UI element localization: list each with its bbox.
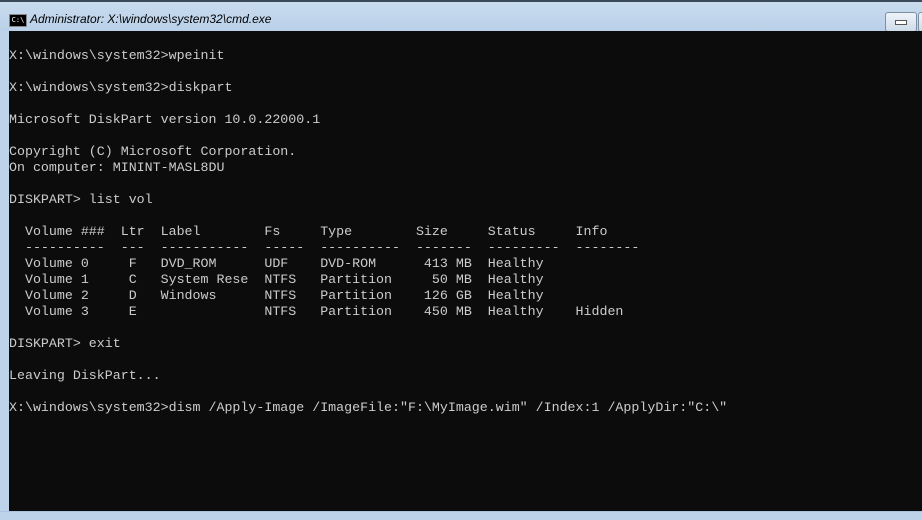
console-line: X:\windows\system32>wpeinit bbox=[9, 48, 225, 63]
title-bar[interactable]: C:\ Administrator: X:\windows\system32\c… bbox=[0, 2, 922, 32]
console-line: Volume 0 F DVD_ROM UDF DVD-ROM 413 MB He… bbox=[9, 256, 544, 271]
console-line: Volume ### Ltr Label Fs Type Size Status… bbox=[9, 224, 608, 239]
console-line: X:\windows\system32>diskpart bbox=[9, 80, 233, 95]
console-line: Microsoft DiskPart version 10.0.22000.1 bbox=[9, 112, 321, 127]
console-line: DISKPART> list vol bbox=[9, 192, 153, 207]
console-line: Volume 1 C System Rese NTFS Partition 50… bbox=[9, 272, 544, 287]
window-title: Administrator: X:\windows\system32\cmd.e… bbox=[30, 12, 272, 26]
console-line: Copyright (C) Microsoft Corporation. bbox=[9, 144, 297, 159]
console-line: ---------- --- ----------- ----- -------… bbox=[9, 240, 640, 255]
console-lines: X:\windows\system32>wpeinit X:\windows\sy… bbox=[9, 48, 727, 416]
maximize-button[interactable] bbox=[918, 12, 922, 32]
minimize-icon bbox=[895, 20, 907, 25]
console-line: Volume 3 E NTFS Partition 450 MB Healthy… bbox=[9, 304, 624, 319]
console-line: Leaving DiskPart... bbox=[9, 368, 161, 383]
console-output[interactable]: X:\windows\system32>wpeinit X:\windows\sy… bbox=[9, 31, 922, 511]
console-line: X:\windows\system32>dism /Apply-Image /I… bbox=[9, 400, 728, 415]
console-line: On computer: MININT-MASL8DU bbox=[9, 160, 225, 175]
console-line: Volume 2 D Windows NTFS Partition 126 GB… bbox=[9, 288, 544, 303]
minimize-button[interactable] bbox=[885, 12, 917, 32]
console-line: DISKPART> exit bbox=[9, 336, 121, 351]
cmd-icon: C:\ bbox=[9, 14, 27, 27]
